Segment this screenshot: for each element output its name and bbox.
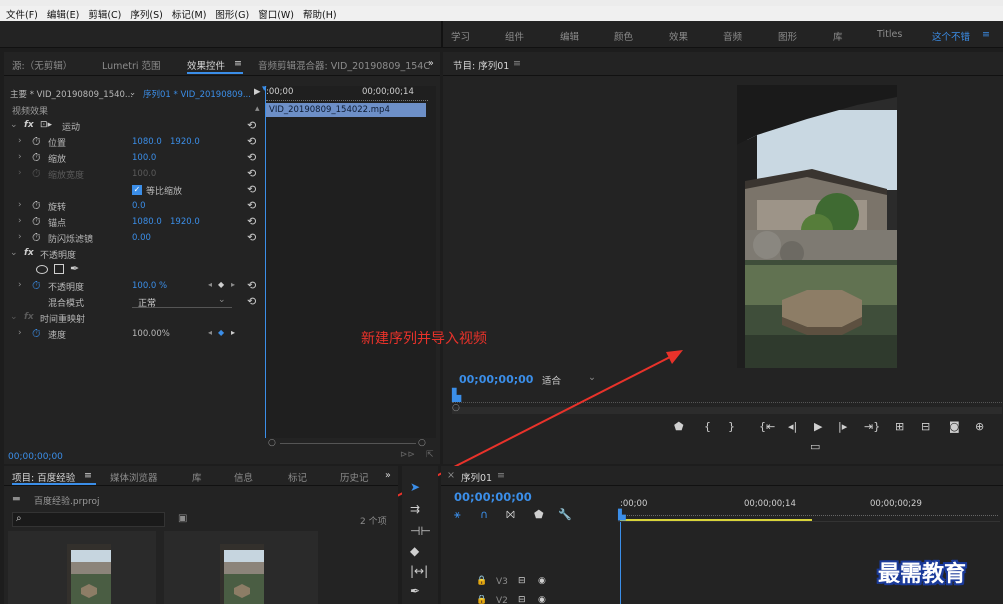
track-header-v3[interactable]: 🔒 V3 ⊟ ◉ [470, 576, 610, 590]
timeline-toolbar: ⚹ ∩ ⨝ ⬟ 🔧 [454, 508, 614, 522]
ripple-edit-tool-icon[interactable]: ⊣⊢ [410, 524, 431, 538]
tab-timeline-sequence[interactable]: 序列01 [461, 470, 492, 484]
annotation-arrow-head [666, 350, 683, 364]
project-file-icon: ▬ [12, 494, 21, 504]
tab-project[interactable]: 项目: 百度经验 [12, 470, 75, 484]
eye-icon[interactable]: ◉ [538, 576, 546, 586]
project-file-name: 百度经验.prproj [34, 497, 100, 507]
project-menu-icon[interactable]: ≡ [84, 470, 92, 481]
snap-icon[interactable]: ∩ [480, 508, 488, 521]
work-area-bar[interactable] [620, 519, 812, 521]
timeline-header: × 序列01 ≡ [441, 466, 1003, 486]
timeline-close-icon[interactable]: × [447, 470, 455, 481]
item-count: 2 个项 [360, 517, 387, 527]
ruler-label-14: 00;00;00;14 [744, 499, 796, 509]
tools-panel: ➤ ⇉ ⊣⊢ ◆ |↔| ✒ [402, 466, 438, 604]
timeline-timecode[interactable]: 00;00;00;00 [454, 490, 532, 504]
ruler-label-start: :00;00 [620, 499, 648, 509]
razor-tool-icon[interactable]: ◆ [410, 544, 419, 558]
sync-lock-icon[interactable]: ⊟ [518, 576, 526, 586]
clip-thumbnail[interactable] [67, 544, 111, 604]
timeline-playhead-icon[interactable]: ▙ [618, 510, 626, 521]
project-search-input[interactable]: ⌕ [12, 512, 165, 527]
timeline-menu-icon[interactable]: ≡ [497, 470, 505, 481]
wrench-icon[interactable]: 🔧 [558, 508, 572, 521]
timeline-playhead-line[interactable] [620, 522, 621, 604]
watermark-logo: 最需教育 [878, 561, 967, 587]
tab-markers[interactable]: 标记 [288, 470, 307, 484]
active-tab-underline [12, 483, 96, 485]
selection-tool-icon[interactable]: ➤ [410, 480, 420, 494]
lock-icon[interactable]: 🔒 [476, 576, 487, 586]
clip-thumbnail-image [67, 544, 111, 604]
tab-info[interactable]: 信息 [234, 470, 253, 484]
sequence-thumbnail-image [220, 544, 264, 604]
sequence-thumbnail[interactable] [220, 544, 264, 604]
ruler-label-29: 00;00;00;29 [870, 499, 922, 509]
eye-icon[interactable]: ◉ [538, 595, 546, 604]
timeline-ruler[interactable]: :00;00 00;00;00;14 00;00;00;29 ▙ [618, 496, 1000, 522]
tab-libraries[interactable]: 库 [192, 470, 202, 484]
track-label-v3: V3 [496, 577, 508, 587]
search-icon: ⌕ [16, 513, 22, 524]
ruler-ticks [620, 512, 998, 516]
nest-icon[interactable]: ⚹ [454, 508, 461, 522]
tab-history[interactable]: 历史记 [340, 470, 369, 484]
linked-selection-icon[interactable]: ⨝ [506, 508, 515, 522]
new-bin-icon[interactable]: ▣ [178, 513, 187, 524]
sync-lock-icon[interactable]: ⊟ [518, 595, 526, 604]
add-marker-icon[interactable]: ⬟ [534, 508, 544, 521]
pen-tool-icon[interactable]: ✒ [410, 584, 420, 598]
lock-icon[interactable]: 🔒 [476, 595, 487, 604]
project-header: 项目: 百度经验 ≡ 媒体浏览器 库 信息 标记 历史记 » [4, 466, 398, 486]
track-header-v2[interactable]: 🔒 V2 ⊟ ◉ [470, 595, 610, 604]
track-label-v2: V2 [496, 596, 508, 604]
track-select-tool-icon[interactable]: ⇉ [410, 502, 420, 516]
tab-media-browser[interactable]: 媒体浏览器 [110, 470, 158, 484]
slip-tool-icon[interactable]: |↔| [410, 564, 428, 578]
panel-more-icon[interactable]: » [385, 470, 391, 481]
